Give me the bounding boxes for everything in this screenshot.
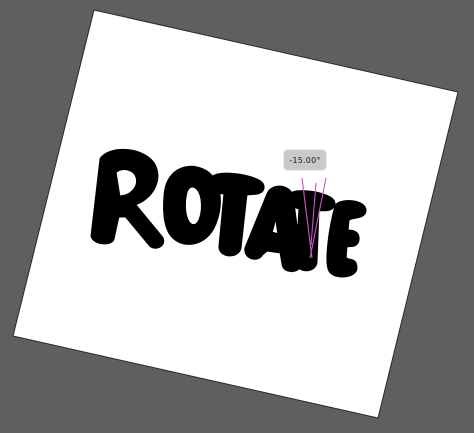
rotation-angle-badge: -15.00° bbox=[284, 150, 326, 170]
canvas-area: -15.00° bbox=[0, 0, 474, 433]
rotation-angle-label: -15.00° bbox=[289, 155, 321, 165]
artboard[interactable] bbox=[0, 0, 474, 433]
